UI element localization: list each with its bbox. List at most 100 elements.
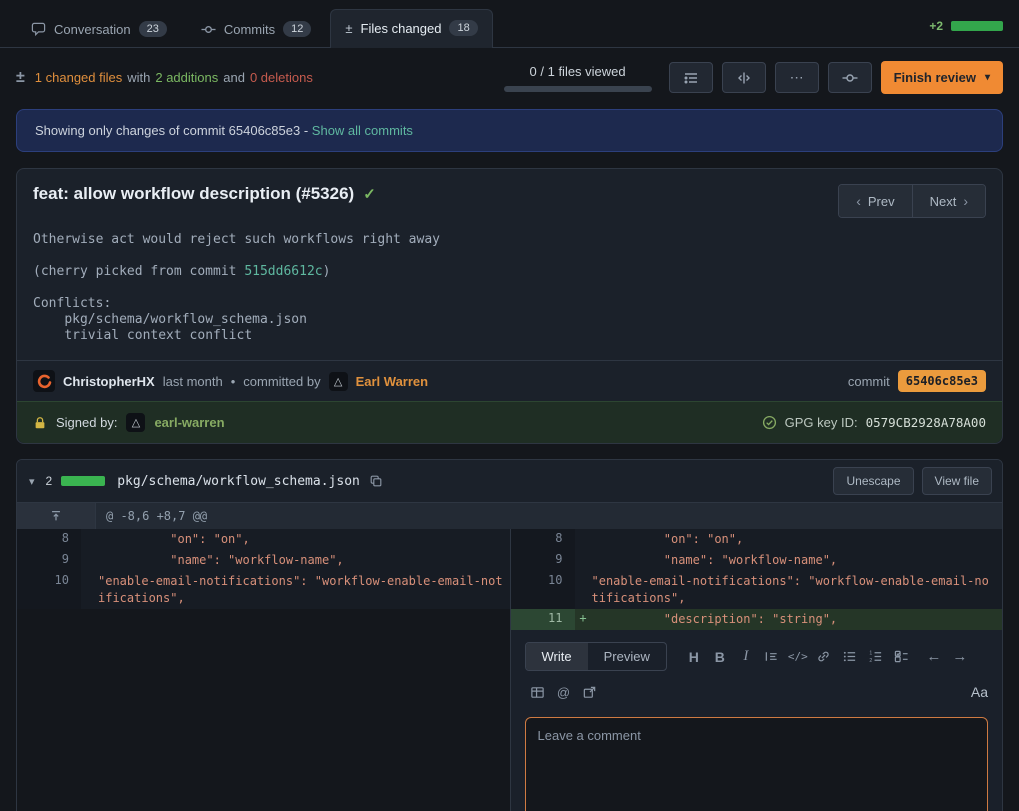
summary-text: with [127, 70, 150, 85]
split-view-icon [736, 70, 752, 86]
blockquote-icon[interactable] [759, 645, 785, 669]
next-label: Next [930, 194, 957, 209]
signer-name[interactable]: earl-warren [154, 415, 224, 430]
line-number[interactable]: 9 [511, 550, 575, 571]
commit-nav: ‹ Prev Next › [838, 184, 986, 218]
commit-author-row: ChristopherHX last month • committed by … [17, 360, 1002, 401]
comment-input[interactable] [525, 717, 989, 811]
author-name[interactable]: ChristopherHX [63, 374, 155, 389]
show-all-commits-link[interactable]: Show all commits [312, 123, 413, 138]
signature-row: Signed by: △ earl-warren GPG key ID: 057… [17, 401, 1002, 443]
changed-files-count: 1 changed files [35, 70, 122, 85]
diff-file-panel: ▾ 2 pkg/schema/workflow_schema.json Unes… [16, 459, 1003, 811]
undo-icon[interactable]: ← [921, 645, 947, 669]
code-line: "on": "on", [592, 529, 1003, 550]
text-size-button[interactable]: Aa [971, 684, 988, 700]
file-tree-toggle-button[interactable] [669, 62, 713, 93]
expand-hunk-button[interactable] [17, 503, 96, 529]
code-icon[interactable]: </> [785, 645, 811, 669]
line-number[interactable]: 8 [511, 529, 575, 550]
diffstat-added-count: +2 [929, 19, 943, 33]
reference-icon[interactable] [577, 680, 603, 704]
commit-icon [842, 70, 858, 86]
line-number[interactable]: 10 [17, 571, 81, 609]
chevron-down-icon: ▾ [985, 72, 990, 83]
tab-write[interactable]: Write [526, 643, 588, 670]
commit-label: commit [848, 374, 890, 389]
chevron-left-icon: ‹ [856, 193, 861, 209]
task-list-icon[interactable] [889, 645, 915, 669]
diff-line-old: 9 "name": "workflow-name", [17, 550, 510, 571]
gpg-key-label: GPG key ID: [785, 415, 858, 430]
summary-text: and [223, 70, 245, 85]
line-sign [575, 550, 592, 552]
unescape-button[interactable]: Unescape [833, 467, 913, 495]
cherry-pick-text: (cherry picked from commit [33, 264, 244, 279]
tab-files-changed[interactable]: ± Files changed 18 [330, 9, 492, 48]
code-line: "name": "workflow-name", [98, 550, 510, 571]
diff-options-button[interactable]: ⋯ [775, 62, 819, 93]
dot-separator: • [231, 374, 236, 389]
deletions-count: 0 deletions [250, 70, 313, 85]
heading-icon[interactable]: H [681, 645, 707, 669]
line-number[interactable]: 11 [511, 609, 575, 630]
editor-toolbar-row1: Write Preview H B I </> 12 [525, 642, 989, 671]
prev-label: Prev [868, 194, 895, 209]
signer-avatar[interactable]: △ [126, 413, 145, 432]
pr-tabbar: Conversation 23 Commits 12 ± Files chang… [0, 0, 1019, 48]
cherry-pick-hash-link[interactable]: 515dd6612c [244, 264, 322, 279]
commit-title: feat: allow workflow description (#5326) [33, 184, 354, 204]
collapse-file-icon[interactable]: ▾ [27, 475, 37, 488]
author-avatar[interactable] [33, 370, 55, 392]
bullet-list-icon[interactable] [837, 645, 863, 669]
code-line: "enable-email-notifications": "workflow-… [592, 571, 1003, 609]
line-sign [81, 571, 98, 573]
link-icon[interactable] [811, 645, 837, 669]
diff-line-old: 10 "enable-email-notifications": "workfl… [17, 571, 510, 609]
commit-sha-badge[interactable]: 65406c85e3 [898, 370, 986, 392]
line-number[interactable]: 10 [511, 571, 575, 609]
line-number[interactable]: 8 [17, 529, 81, 550]
conversation-icon [31, 22, 46, 37]
commit-select-button[interactable] [828, 62, 872, 93]
line-number[interactable]: 9 [17, 550, 81, 571]
commit-title-row: feat: allow workflow description (#5326)… [33, 184, 376, 204]
code-line: "description": "string", [592, 609, 1003, 630]
copy-path-icon[interactable] [369, 474, 383, 488]
diff-view-toggle-button[interactable] [722, 62, 766, 93]
editor-toolbar-row2: @ Aa [525, 680, 989, 704]
gpg-info: GPG key ID: 0579CB2928A78A00 [762, 415, 986, 430]
files-count-badge: 18 [449, 20, 477, 36]
committer-name[interactable]: Earl Warren [356, 374, 429, 389]
numbered-list-icon[interactable]: 12 [863, 645, 889, 669]
inline-comment-editor: Write Preview H B I </> 12 [510, 630, 1003, 811]
mention-icon[interactable]: @ [551, 680, 577, 704]
table-icon[interactable] [525, 680, 551, 704]
committed-by-label: committed by [243, 374, 320, 389]
signed-by-label: Signed by: [56, 415, 117, 430]
tab-conversation[interactable]: Conversation 23 [16, 10, 182, 47]
diff-line-old: 8 "on": "on", [17, 529, 510, 550]
tab-commits[interactable]: Commits 12 [186, 10, 327, 47]
bold-icon[interactable]: B [707, 645, 733, 669]
code-line: "name": "workflow-name", [592, 550, 1003, 571]
triangle-logo-icon: △ [132, 416, 140, 429]
italic-icon[interactable]: I [733, 645, 759, 669]
file-header-actions: Unescape View file [833, 467, 992, 495]
committer-avatar[interactable]: △ [329, 372, 348, 391]
finish-review-button[interactable]: Finish review ▾ [881, 61, 1003, 94]
status-check-icon: ✓ [363, 185, 376, 203]
redo-icon[interactable]: → [947, 645, 973, 669]
tab-preview[interactable]: Preview [588, 643, 666, 670]
diff-line-new: 8 "on": "on", [510, 529, 1003, 550]
hunk-header-text: @ -8,6 +8,7 @@ [96, 503, 217, 529]
file-name[interactable]: pkg/schema/workflow_schema.json [117, 474, 360, 489]
next-commit-button[interactable]: Next › [912, 185, 985, 217]
prev-commit-button[interactable]: ‹ Prev [839, 185, 911, 217]
check-circle-icon [762, 415, 777, 430]
commit-filter-banner: Showing only changes of commit 65406c85e… [16, 109, 1003, 152]
view-file-button[interactable]: View file [922, 467, 992, 495]
ellipsis-icon: ⋯ [790, 69, 804, 86]
triangle-logo-icon: △ [334, 375, 342, 388]
pr-tabs: Conversation 23 Commits 12 ± Files chang… [16, 9, 493, 47]
